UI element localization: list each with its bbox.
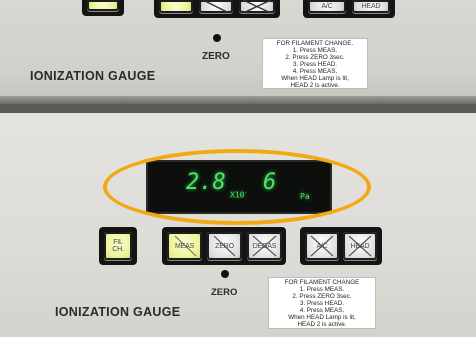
- upper-zero-indicator-dot: [213, 34, 221, 42]
- ac-button[interactable]: A/C: [305, 232, 339, 260]
- meas-button[interactable]: MEAS: [167, 232, 202, 260]
- lower-zero-label: ZERO: [211, 287, 238, 298]
- upper-head-button[interactable]: HEAD: [352, 0, 390, 13]
- lower-gauge-title: IONIZATION GAUGE: [55, 305, 181, 319]
- lower-gauge-panel: [0, 113, 476, 337]
- lower-zero-indicator-dot: [221, 270, 229, 278]
- upper-zero-button[interactable]: [199, 0, 233, 13]
- upper-ac-button[interactable]: A/C: [308, 0, 346, 13]
- upper-panel-bottom-edge: [0, 96, 476, 104]
- upper-zero-label: ZERO: [202, 51, 230, 62]
- upper-meas-button[interactable]: [159, 0, 193, 13]
- display-highlight-ring: [103, 149, 371, 225]
- zero-button[interactable]: ZERO: [207, 232, 242, 260]
- degas-button[interactable]: DEGAS: [247, 232, 282, 260]
- cross-mark-icon: [202, 0, 230, 13]
- upper-fil-ch-button[interactable]: [87, 0, 119, 11]
- rack-gap: [0, 104, 476, 113]
- upper-filament-instructions: FOR FILAMENT CHANGE. 1. Press MEAS. 2. P…: [262, 38, 368, 89]
- upper-gauge-title: IONIZATION GAUGE: [30, 69, 156, 83]
- head-button[interactable]: HEAD: [343, 232, 377, 260]
- upper-degas-button[interactable]: [239, 0, 275, 13]
- fil-ch-button[interactable]: FIL CH.: [104, 232, 132, 260]
- lower-filament-instructions: FOR FILAMENT CHANGE 1. Press MEAS. 2. Pr…: [268, 277, 376, 329]
- cross-mark-icon: [242, 0, 272, 13]
- upper-gauge-panel: A/C HEAD ZERO IONIZATION GAUGE FOR FILAM…: [0, 0, 476, 104]
